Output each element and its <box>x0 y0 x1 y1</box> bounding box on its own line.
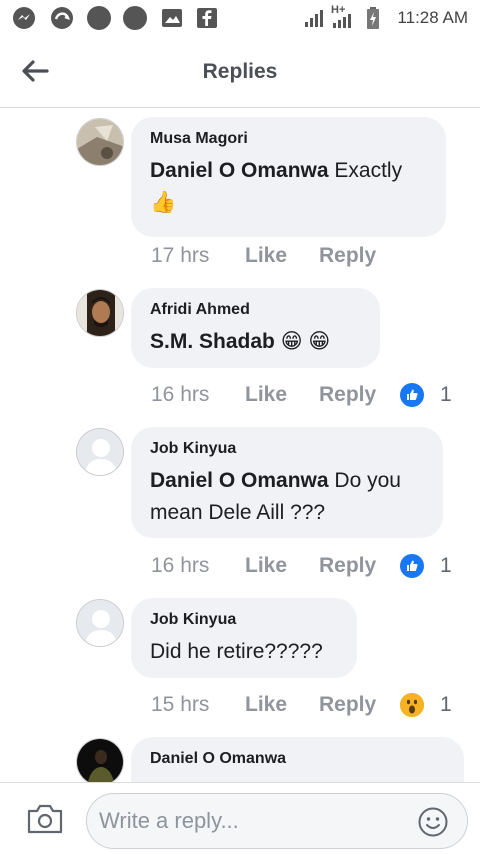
reply-input-container[interactable] <box>86 793 468 849</box>
thumbs-up-emoji: 👍 <box>150 191 177 214</box>
camera-icon[interactable] <box>26 803 64 835</box>
reply-link[interactable]: Reply <box>319 693 376 717</box>
comment-author[interactable]: Job Kinyua <box>150 440 425 458</box>
clock: 11:28 AM <box>397 8 468 27</box>
mention-link[interactable]: S.M. Shadab <box>150 330 275 353</box>
page-title: Replies <box>202 60 278 83</box>
reply-composer <box>0 782 480 854</box>
avatar[interactable] <box>76 118 124 166</box>
reply-link[interactable]: Reply <box>319 244 376 268</box>
reaction-count[interactable]: 1 <box>440 383 452 407</box>
reply-input[interactable] <box>99 806 399 836</box>
comment-time[interactable]: 16 hrs <box>151 554 245 578</box>
like-link[interactable]: Like <box>245 693 319 717</box>
thumbs-up-reaction-icon[interactable] <box>400 383 424 407</box>
comment-time[interactable]: 15 hrs <box>151 693 245 717</box>
comment-body: Did he retire????? <box>150 640 323 663</box>
reaction-count[interactable]: 1 <box>440 554 452 578</box>
messenger-icon <box>13 7 35 29</box>
default-avatar-icon <box>77 429 123 475</box>
default-avatar-icon <box>77 600 123 646</box>
comment-body: Exactly <box>334 159 403 182</box>
smiley-icon[interactable] <box>417 806 449 838</box>
reply-link[interactable]: Reply <box>319 554 376 578</box>
comment-bubble[interactable]: Job Kinyua Did he retire????? <box>131 598 357 678</box>
wow-reaction-icon[interactable] <box>400 693 424 717</box>
comment-text: S.M. Shadab 😁 😁 <box>150 326 362 358</box>
comment-author[interactable]: Musa Magori <box>150 130 428 148</box>
battery-icon <box>367 7 379 29</box>
top-bar: Replies <box>0 36 480 108</box>
status-bar: H+ 11:28 AM <box>0 0 480 36</box>
mention-link[interactable]: Daniel O Omanwa <box>150 159 329 182</box>
reaction-count[interactable]: 1 <box>440 693 452 717</box>
avatar-photo <box>77 119 123 165</box>
comment-time[interactable]: 17 hrs <box>151 244 245 268</box>
comment-author[interactable]: Afridi Ahmed <box>150 301 362 319</box>
avatar[interactable] <box>76 289 124 337</box>
replies-list[interactable]: Musa Magori Daniel O Omanwa Exactly 👍 17… <box>0 109 480 782</box>
avatar-photo <box>77 739 123 782</box>
comment-author[interactable]: Daniel O Omanwa <box>150 750 446 768</box>
comment-bubble[interactable]: Afridi Ahmed S.M. Shadab 😁 😁 <box>131 288 380 368</box>
comment-body: 😁 😁 <box>280 330 331 353</box>
comment-time[interactable]: 16 hrs <box>151 383 245 407</box>
signal-icon <box>333 14 351 28</box>
comment-actions: 16 hrs Like Reply <box>151 551 376 581</box>
reply-link[interactable]: Reply <box>319 383 376 407</box>
mention-link[interactable]: Daniel O Omanwa <box>150 469 329 492</box>
comment-actions: 15 hrs Like Reply <box>151 690 376 720</box>
avatar[interactable] <box>76 738 124 782</box>
signal-icon <box>305 10 323 27</box>
comment-actions: 16 hrs Like Reply <box>151 380 376 410</box>
gallery-icon <box>162 9 182 27</box>
comment-text: Daniel O Omanwa Exactly 👍 <box>150 155 428 219</box>
facebook-icon <box>197 8 217 28</box>
notification-dot-icon <box>123 6 147 30</box>
like-link[interactable]: Like <box>245 383 319 407</box>
comment-bubble[interactable]: Daniel O Omanwa <box>131 737 464 782</box>
comment-author[interactable]: Job Kinyua <box>150 611 339 629</box>
comment-bubble[interactable]: Job Kinyua Daniel O Omanwa Do you mean D… <box>131 427 443 538</box>
like-link[interactable]: Like <box>245 554 319 578</box>
comment-actions: 17 hrs Like Reply <box>151 241 376 271</box>
swirl-icon <box>51 7 73 29</box>
like-link[interactable]: Like <box>245 244 319 268</box>
comment-bubble[interactable]: Musa Magori Daniel O Omanwa Exactly 👍 <box>131 117 446 237</box>
avatar[interactable] <box>76 428 124 476</box>
thumbs-up-reaction-icon[interactable] <box>400 554 424 578</box>
comment-text: Did he retire????? <box>150 636 339 668</box>
avatar-photo <box>77 290 123 336</box>
notification-dot-icon <box>87 6 111 30</box>
avatar[interactable] <box>76 599 124 647</box>
comment-text: Daniel O Omanwa Do you mean Dele Aill ??… <box>150 465 425 529</box>
